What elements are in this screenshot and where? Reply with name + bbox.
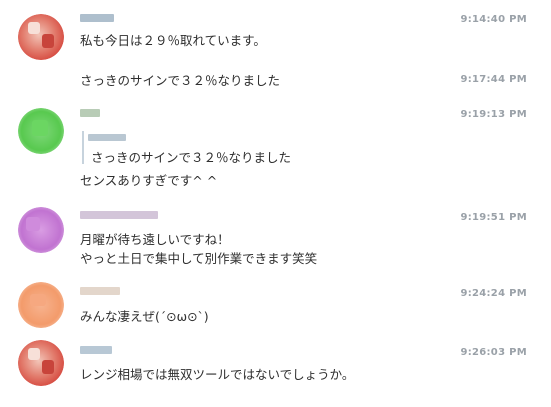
message-text: 月曜が待ち遠しいですね！ xyxy=(80,232,230,247)
message-text: センスありすぎです^ ^ xyxy=(80,173,218,188)
message-timestamp: 9:26:03 PM xyxy=(460,347,527,358)
message-group: 9:26:03 PM レンジ相場では無双ツールではないでしょうか。 xyxy=(0,340,551,390)
message-text: みんな凄えぜ(´⊙ω⊙`) xyxy=(80,309,209,324)
message-timestamp: 9:19:13 PM xyxy=(460,109,527,120)
message-text: さっきのサインで３２％なりました xyxy=(80,73,281,88)
message-text: レンジ相場では無双ツールではないでしょうか。 xyxy=(80,367,355,382)
username[interactable] xyxy=(80,109,100,117)
username[interactable] xyxy=(80,346,112,354)
user-avatar-icon[interactable] xyxy=(18,282,64,328)
quoted-message-text: さっきのサインで３２％なりました xyxy=(91,150,292,165)
username[interactable] xyxy=(80,14,114,22)
message-group: 9:14:40 PM 私も今日は２９％取れています。 9:17:44 PM さっ… xyxy=(0,14,551,94)
message-timestamp: 9:17:44 PM xyxy=(460,74,527,85)
message-group: 9:19:13 PM さっきのサインで３２％なりました センスありすぎです^ ^ xyxy=(0,104,551,194)
quote-author xyxy=(88,134,126,141)
user-avatar-icon[interactable] xyxy=(18,207,64,253)
quote-bar xyxy=(82,131,84,164)
chat-message-list: 9:14:40 PM 私も今日は２９％取れています。 9:17:44 PM さっ… xyxy=(0,0,551,407)
username[interactable] xyxy=(80,211,158,219)
message-timestamp: 9:24:24 PM xyxy=(460,288,527,299)
message-text: 私も今日は２９％取れています。 xyxy=(80,33,266,48)
message-text: やっと土日で集中して別作業できます笑笑 xyxy=(80,251,318,266)
message-timestamp: 9:14:40 PM xyxy=(460,14,527,25)
message-timestamp: 9:19:51 PM xyxy=(460,212,527,223)
message-group: 9:24:24 PM みんな凄えぜ(´⊙ω⊙`) xyxy=(0,282,551,328)
username[interactable] xyxy=(80,287,120,295)
user-avatar-icon[interactable] xyxy=(18,108,64,154)
message-group: 9:19:51 PM 月曜が待ち遠しいですね！ やっと土日で集中して別作業できま… xyxy=(0,207,551,273)
user-avatar-icon[interactable] xyxy=(18,14,64,60)
user-avatar-icon[interactable] xyxy=(18,340,64,386)
